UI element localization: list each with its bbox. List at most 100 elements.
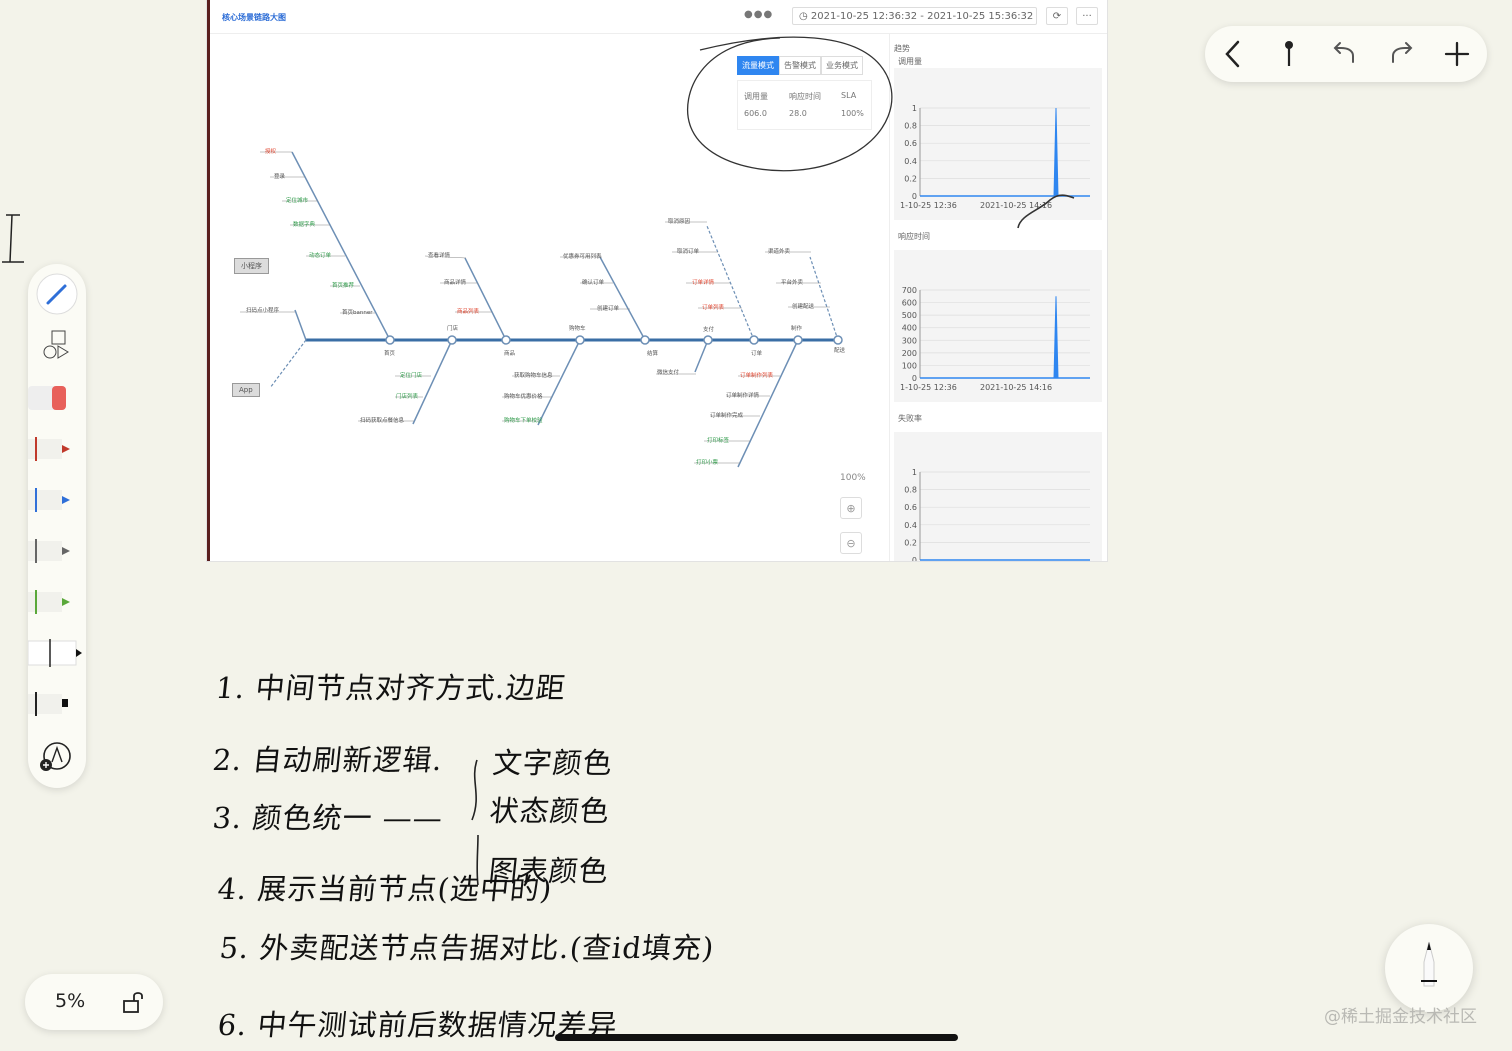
fish-label[interactable]: 订单详情 <box>692 278 714 286</box>
metric-header: SLA <box>841 91 857 100</box>
zoom-out-icon[interactable]: ⊖ <box>840 532 862 554</box>
pencil-mode-button[interactable] <box>1385 924 1473 1012</box>
home-indicator[interactable] <box>555 1034 958 1041</box>
fish-label[interactable]: 商品列表 <box>457 307 479 315</box>
tab-traffic-mode[interactable]: 流量模式 <box>737 56 779 75</box>
y-tick-label: 600 <box>902 299 917 308</box>
diagram-zoom-level: 100% <box>840 473 866 483</box>
fish-label[interactable]: 取消订单 <box>677 247 699 255</box>
branch-pay <box>694 339 709 373</box>
fish-label[interactable]: 订单制作详情 <box>726 391 759 399</box>
zoom-in-icon[interactable]: ⊕ <box>840 497 862 519</box>
blue-pen-icon[interactable] <box>28 478 86 522</box>
undo-icon[interactable] <box>1317 26 1373 82</box>
branch-homepage <box>291 151 391 341</box>
top-toolbar <box>1205 26 1487 82</box>
tab-alert-mode[interactable]: 告警模式 <box>779 56 821 75</box>
y-tick-label: 0.2 <box>904 538 917 547</box>
spine-node-label[interactable]: 结算 <box>647 349 658 357</box>
y-tick-label: 100 <box>902 361 917 370</box>
fish-label[interactable]: 授权 <box>265 147 276 155</box>
fish-label[interactable]: 优惠券可用列表 <box>563 252 602 260</box>
spine-node-label[interactable]: 购物车 <box>569 324 586 332</box>
fish-label[interactable]: 购物车优惠价格 <box>504 392 543 400</box>
fish-label[interactable]: 渠道外卖 <box>768 247 790 255</box>
fish-label[interactable]: 确认订单 <box>582 278 604 286</box>
note-bracket-item-1: 文字颜色 <box>491 746 615 780</box>
fish-label[interactable]: 商品详情 <box>444 278 466 286</box>
fish-label[interactable]: 创建配送 <box>792 302 814 310</box>
y-tick-label: 0.8 <box>904 122 917 131</box>
entry-miniprogram[interactable]: 小程序 <box>234 258 269 274</box>
y-tick-label: 0.6 <box>904 139 917 148</box>
metric-header: 响应时间 <box>789 92 821 101</box>
spine-node-label[interactable]: 首页 <box>384 349 395 357</box>
metric-header: 调用量 <box>744 92 768 101</box>
canvas-zoom-control[interactable]: 5% <box>25 974 163 1030</box>
tab-business-mode[interactable]: 业务模式 <box>821 56 863 75</box>
fish-label[interactable]: 订单制作列表 <box>740 371 773 379</box>
lock-icon[interactable] <box>121 989 147 1015</box>
note-line-1: 1. 中间节点对齐方式.边距 <box>214 671 568 705</box>
y-tick-label: 1 <box>912 468 917 477</box>
fish-label[interactable]: 打印小票 <box>696 458 718 466</box>
y-tick-label: 700 <box>902 286 917 295</box>
marker-icon[interactable] <box>28 682 86 726</box>
note-bracket-item-3: 图表颜色 <box>487 854 611 888</box>
fish-label[interactable]: 登录 <box>274 172 285 180</box>
fish-label[interactable]: 打印标签 <box>707 436 729 444</box>
branch-product <box>464 257 507 341</box>
shapes-tool-icon[interactable] <box>28 324 86 368</box>
more-icon[interactable]: ··· <box>1076 7 1098 25</box>
calls-chart: 1 0.8 0.6 0.4 0.2 0 1-10-25 12:36 2021-10-25 14… <box>894 68 1102 220</box>
spine-node-label[interactable]: 支付 <box>703 325 714 333</box>
fish-label[interactable]: 动态订单 <box>309 251 331 259</box>
eraser-tool-icon[interactable] <box>28 376 86 420</box>
y-tick-label: 0.6 <box>904 503 917 512</box>
spine-node-label[interactable]: 门店 <box>447 324 458 332</box>
highlighter-icon[interactable] <box>27 631 86 675</box>
y-tick-label: 0 <box>912 374 917 383</box>
red-pen-icon[interactable] <box>28 427 86 471</box>
redo-icon[interactable] <box>1373 26 1429 82</box>
fish-label[interactable]: 购物车下单校验 <box>504 416 543 424</box>
fish-label[interactable]: 扫码点小程序 <box>246 306 279 314</box>
branch-app <box>269 339 307 389</box>
fish-label[interactable]: 查看详情 <box>428 251 450 259</box>
fish-label[interactable]: 微信支付 <box>657 368 679 376</box>
chart-label: 调用量 <box>898 57 922 66</box>
fish-label[interactable]: 首页推荐 <box>332 281 354 289</box>
fish-label[interactable]: 订单制作完成 <box>710 411 743 419</box>
y-tick-label: 1 <box>912 104 917 113</box>
plus-icon[interactable] <box>1429 26 1485 82</box>
add-tool-icon[interactable] <box>28 734 86 778</box>
fish-label[interactable]: 获取购物车信息 <box>514 371 553 379</box>
fish-label[interactable]: 定位城市 <box>286 196 308 204</box>
chevron-left-icon[interactable] <box>1205 26 1261 82</box>
branch-make <box>737 339 799 468</box>
series-spike <box>1053 296 1059 379</box>
spine-node-label[interactable]: 订单 <box>751 349 762 357</box>
fish-label[interactable]: 取消原因 <box>668 217 690 225</box>
green-pen-icon[interactable] <box>28 580 86 624</box>
fish-label[interactable]: 创建订单 <box>597 304 619 312</box>
metric-value: 100% <box>841 109 864 118</box>
spine-node-label[interactable]: 制作 <box>791 324 802 332</box>
fish-label[interactable]: 门店列表 <box>396 392 418 400</box>
fish-label[interactable]: 数据字典 <box>293 220 315 228</box>
fish-label[interactable]: 订单列表 <box>702 303 724 311</box>
x-tick-label: 2021-10-25 14:16 <box>980 201 1052 210</box>
pencil-tool-icon[interactable] <box>28 272 86 316</box>
spine-node-label[interactable]: 商品 <box>504 349 515 357</box>
fish-label[interactable]: 平台外卖 <box>781 278 803 286</box>
fish-label[interactable]: 首页banner <box>342 308 372 316</box>
fish-label[interactable]: 定位门店 <box>400 371 422 379</box>
note-line-2: 2. 自动刷新逻辑. <box>211 743 445 777</box>
entry-app[interactable]: App <box>232 383 260 397</box>
fish-label[interactable]: 扫码获取点餐信息 <box>360 416 404 424</box>
ink-margin-mark <box>2 214 24 263</box>
spine-node-label[interactable]: 配送 <box>834 346 845 354</box>
pin-icon[interactable] <box>1261 26 1317 82</box>
black-pen-icon[interactable] <box>28 529 86 573</box>
refresh-icon[interactable]: ⟳ <box>1046 7 1068 25</box>
